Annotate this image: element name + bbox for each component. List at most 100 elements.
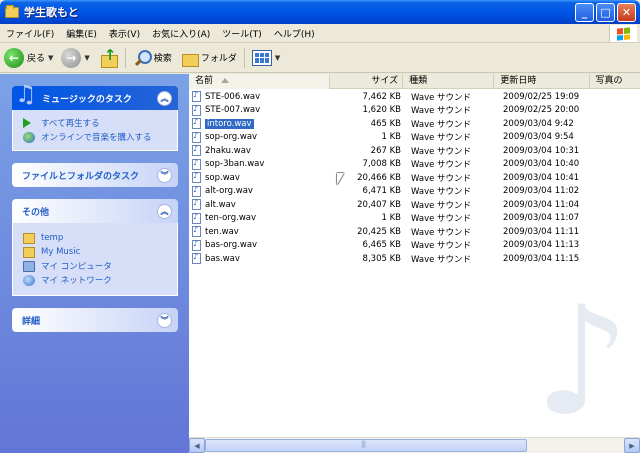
- title-bar[interactable]: 学生歌もと _ □ ✕: [0, 0, 640, 24]
- file-date: 2009/03/04 10:41: [503, 172, 580, 183]
- file-type: Wave サウンド: [411, 119, 472, 130]
- file-name-cell: ten.wav: [189, 226, 331, 238]
- chevron-down-icon[interactable]: ︾: [157, 167, 172, 183]
- folders-icon: [180, 50, 199, 67]
- chevron-up-icon[interactable]: ︽: [157, 90, 172, 106]
- column-header-size[interactable]: サイズ: [330, 74, 404, 89]
- menu-bar: ファイル(F) 編集(E) 表示(V) お気に入り(A) ツール(T) ヘルプ(…: [0, 24, 640, 43]
- file-size: 6,471 KB: [362, 186, 401, 197]
- file-row[interactable]: sop-3ban.wav 7,008 KB Wave サウンド 2009/03/04 …: [189, 158, 640, 172]
- file-date: 2009/03/04 11:04: [503, 199, 580, 210]
- link-my-music[interactable]: My Music: [23, 245, 167, 259]
- file-date: 2009/03/04 11:02: [503, 186, 580, 197]
- folder-icon: [23, 232, 35, 244]
- file-tasks-box: ファイルとフォルダのタスク ︾: [12, 163, 178, 187]
- scroll-left-button[interactable]: ◀: [189, 438, 205, 453]
- toolbar-separator: [243, 47, 245, 68]
- music-tasks-box: ♫ ミュージックのタスク ︽ すべて再生する オンラインで音楽を購入する: [12, 80, 178, 151]
- file-name: ten-org.wav: [205, 213, 257, 224]
- my-music-label: My Music: [41, 247, 81, 257]
- close-button[interactable]: ✕: [617, 3, 636, 22]
- menu-tools[interactable]: ツール(T): [216, 27, 268, 40]
- buy-music-online-link[interactable]: オンラインで音楽を購入する: [23, 130, 167, 144]
- file-row[interactable]: sop-org.wav 1 KB Wave サウンド 2009/03/04 9:54: [189, 131, 640, 145]
- chevron-down-icon[interactable]: ▼: [84, 54, 89, 62]
- column-header-photo[interactable]: 写真の: [590, 74, 640, 89]
- file-name: sop-3ban.wav: [205, 159, 265, 170]
- column-header-name[interactable]: 名前: [189, 74, 330, 89]
- menu-edit[interactable]: 編集(E): [60, 27, 103, 40]
- link-my-network[interactable]: マイ ネットワーク: [23, 273, 167, 287]
- file-date: 2009/03/04 9:54: [503, 132, 574, 143]
- file-name: bas-org.wav: [205, 240, 258, 251]
- column-header-type[interactable]: 種類: [403, 74, 495, 89]
- menu-file[interactable]: ファイル(F): [0, 27, 60, 40]
- scroll-thumb[interactable]: [205, 439, 527, 452]
- file-name: alt-org.wav: [205, 186, 253, 197]
- file-list-view[interactable]: ♪ 名前 サイズ 種類 更新日時 写真の STE-006.wav 7,462 KB…: [189, 74, 640, 437]
- back-button[interactable]: ← 戻る ▼: [0, 46, 57, 70]
- file-row[interactable]: bas-org.wav 6,465 KB Wave サウンド 2009/03/04 1…: [189, 239, 640, 253]
- globe-icon: [23, 131, 35, 143]
- file-rows: STE-006.wav 7,462 KB Wave サウンド 2009/02/25 1…: [189, 90, 640, 266]
- file-name-cell: sop-org.wav: [189, 131, 331, 143]
- file-row[interactable]: alt-org.wav 6,471 KB Wave サウンド 2009/03/04 1…: [189, 185, 640, 199]
- up-folder-button[interactable]: [94, 46, 122, 70]
- file-type: Wave サウンド: [411, 106, 472, 117]
- chevron-up-icon[interactable]: ︽: [157, 203, 172, 219]
- file-name: ten.wav: [205, 226, 239, 237]
- maximize-button[interactable]: □: [596, 3, 615, 22]
- chevron-down-icon[interactable]: ▼: [275, 54, 280, 62]
- music-note-watermark-icon: ♪: [534, 275, 630, 437]
- file-date: 2009/02/25 20:00: [503, 105, 580, 116]
- file-row[interactable]: 2haku.wav 267 KB Wave サウンド 2009/03/04 10:31: [189, 144, 640, 158]
- minimize-button[interactable]: _: [575, 3, 594, 22]
- file-name-cell: STE-007.wav: [189, 104, 331, 116]
- link-temp[interactable]: temp: [23, 231, 167, 245]
- menu-view[interactable]: 表示(V): [103, 27, 146, 40]
- file-row[interactable]: STE-007.wav 1,620 KB Wave サウンド 2009/02/25 2…: [189, 104, 640, 118]
- file-size: 20,425 KB: [357, 226, 401, 237]
- folders-button[interactable]: フォルダ: [176, 46, 241, 70]
- music-tasks-header[interactable]: ♫ ミュージックのタスク ︽: [12, 80, 178, 110]
- link-my-computer[interactable]: マイ コンピュータ: [23, 259, 167, 273]
- file-row[interactable]: ten-org.wav 1 KB Wave サウンド 2009/03/04 11:07: [189, 212, 640, 226]
- file-type: Wave サウンド: [411, 241, 472, 252]
- chevron-down-icon[interactable]: ▼: [48, 54, 53, 62]
- file-row[interactable]: sop.wav20,466 KBWave サウンド2009/03/04 10:4…: [189, 171, 640, 185]
- column-header-row: 名前 サイズ 種類 更新日時 写真の: [189, 74, 640, 89]
- file-tasks-header[interactable]: ファイルとフォルダのタスク ︾: [12, 163, 178, 187]
- views-icon: [251, 49, 272, 66]
- other-places-body: temp My Music マイ コンピュータ マイ ネットワーク: [12, 223, 178, 296]
- forward-button[interactable]: → ▼: [57, 46, 93, 70]
- menu-help[interactable]: ヘルプ(H): [268, 27, 321, 40]
- file-name: sop.wav: [205, 172, 240, 183]
- up-folder-icon: [98, 46, 118, 68]
- horizontal-scrollbar[interactable]: ◀ ▶: [189, 437, 640, 453]
- file-row[interactable]: alt.wav 20,407 KB Wave サウンド 2009/03/04 11:0…: [189, 198, 640, 212]
- scroll-track[interactable]: [205, 438, 624, 453]
- file-size: 7,462 KB: [362, 91, 401, 102]
- menu-favorites[interactable]: お気に入り(A): [146, 27, 216, 40]
- file-row[interactable]: STE-006.wav 7,462 KB Wave サウンド 2009/02/25 1…: [189, 90, 640, 104]
- window-controls: _ □ ✕: [575, 3, 636, 22]
- details-header[interactable]: 詳細 ︾: [12, 308, 178, 332]
- wave-file-icon: [192, 226, 201, 238]
- search-button[interactable]: 検索: [129, 46, 176, 70]
- file-type: Wave サウンド: [411, 254, 472, 265]
- play-all-link[interactable]: すべて再生する: [23, 116, 167, 130]
- file-row[interactable]: bas.wav 8,305 KB Wave サウンド 2009/03/04 11:15: [189, 252, 640, 266]
- chevron-down-icon[interactable]: ︾: [157, 312, 172, 328]
- music-note-icon: ♫: [15, 80, 37, 108]
- wave-file-icon: [192, 185, 201, 197]
- other-places-header[interactable]: その他 ︽: [12, 199, 178, 223]
- file-row[interactable]: ten.wav 20,425 KB Wave サウンド 2009/03/04 11:1…: [189, 225, 640, 239]
- file-date: 2009/02/25 19:09: [503, 91, 580, 102]
- buy-music-label: オンラインで音楽を購入する: [41, 133, 152, 143]
- views-button[interactable]: ▼: [248, 46, 284, 70]
- scroll-right-button[interactable]: ▶: [624, 438, 640, 453]
- file-type: Wave サウンド: [411, 146, 472, 157]
- file-row[interactable]: intoro.wav 465 KB Wave サウンド 2009/03/04 9:42: [189, 117, 640, 131]
- column-header-date[interactable]: 更新日時: [494, 74, 590, 89]
- music-tasks-title: ミュージックのタスク: [42, 94, 132, 105]
